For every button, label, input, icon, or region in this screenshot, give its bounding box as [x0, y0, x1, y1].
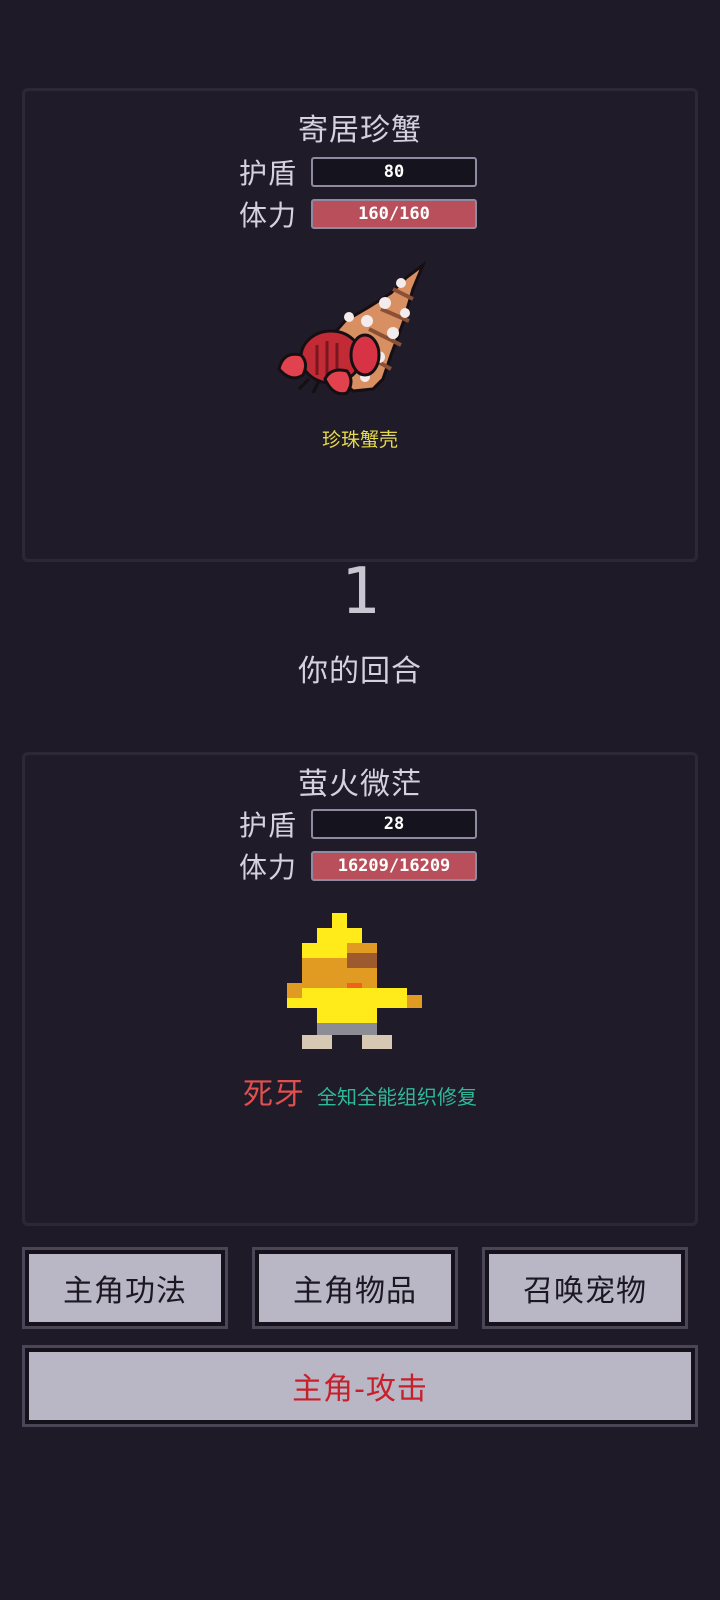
pixel-hero-icon [287, 913, 422, 1049]
player-shield-row: 护盾 28 [239, 807, 477, 842]
turn-number: 1 [340, 555, 380, 629]
player-hp-label: 体力 [239, 851, 298, 884]
player-tags: 死牙 全知全能组织修复 [25, 1069, 695, 1113]
player-panel: 萤火微茫 护盾 28 体力 16209/16209 死牙 全知全能组织修复 [22, 752, 698, 1226]
enemy-item-label: 珍珠蟹壳 [321, 429, 398, 451]
player-shield-bar: 28 [311, 809, 477, 839]
player-shield-label: 护盾 [239, 809, 298, 842]
skill-name: 全知全能组织修复 [317, 1085, 477, 1109]
player-name: 萤火微茫 [298, 767, 422, 802]
items-button[interactable]: 主角物品 [252, 1247, 458, 1329]
enemy-name: 寄居珍蟹 [298, 113, 422, 148]
enemy-shield-bar: 80 [311, 157, 477, 187]
player-hp-bar: 16209/16209 [311, 851, 477, 881]
turn-label: 你的回合 [298, 654, 422, 689]
enemy-hp-bar: 160/160 [311, 199, 477, 229]
player-hp-row: 体力 16209/16209 [239, 849, 477, 884]
skills-button[interactable]: 主角功法 [22, 1247, 228, 1329]
enemy-shield-row: 护盾 80 [239, 155, 477, 190]
enemy-panel: 寄居珍蟹 护盾 80 体力 160/160 珍珠蟹壳 [22, 88, 698, 562]
attack-button[interactable]: 主角-攻击 [22, 1345, 698, 1427]
enemy-hp-row: 体力 160/160 [239, 197, 477, 232]
weapon-name: 死牙 [243, 1077, 305, 1112]
summon-pet-button[interactable]: 召唤宠物 [482, 1247, 688, 1329]
enemy-hp-label: 体力 [239, 199, 298, 232]
hermit-crab-icon [277, 260, 427, 396]
enemy-shield-label: 护盾 [239, 157, 298, 190]
